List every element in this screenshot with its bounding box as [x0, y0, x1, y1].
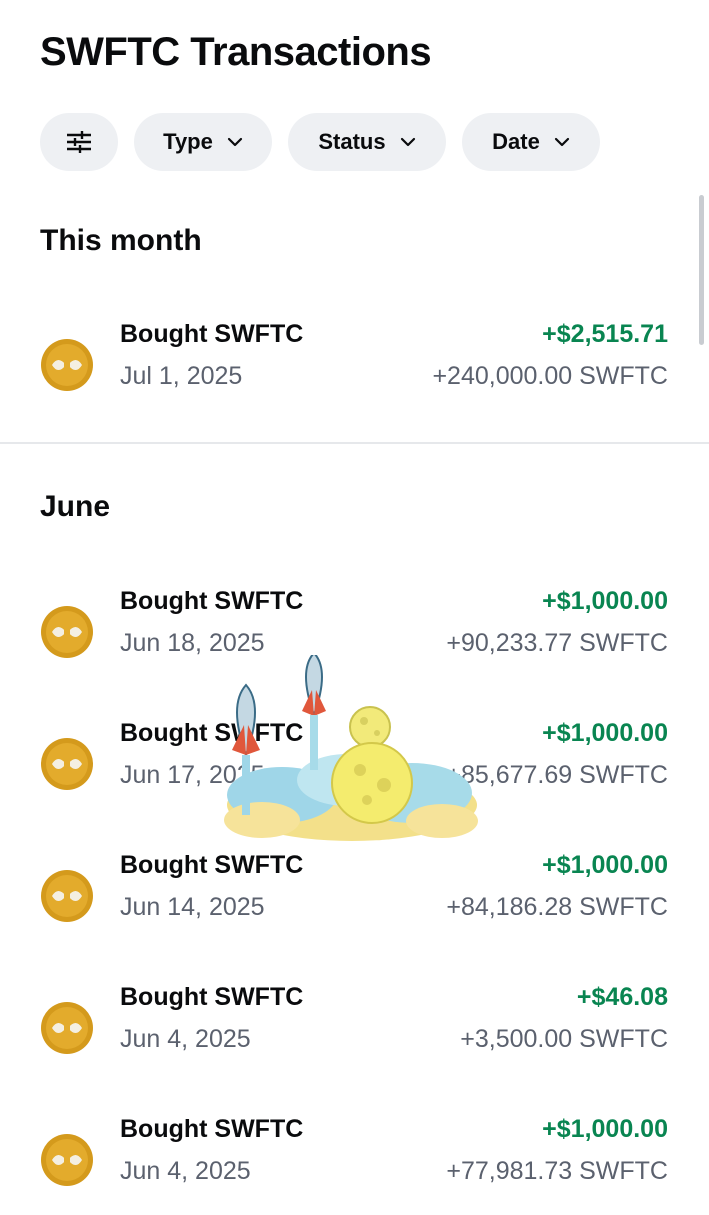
transaction-token-amount: +77,981.73 SWFTC: [446, 1157, 668, 1185]
chevron-down-icon: [554, 137, 569, 147]
swftc-coin-icon: [41, 339, 93, 391]
date-filter-button[interactable]: Date: [462, 113, 600, 171]
filter-settings-button[interactable]: [40, 113, 118, 171]
rocket-moon-sticker: [224, 655, 478, 841]
swftc-coin-icon: [41, 738, 93, 790]
section-heading-june: June: [40, 490, 111, 523]
filter-bar: Type Status Date: [40, 113, 600, 171]
page-title: SWFTC Transactions: [40, 30, 432, 74]
transaction-date: Jun 14, 2025: [120, 893, 265, 921]
transaction-usd-value: +$1,000.00: [542, 1115, 668, 1143]
transaction-token-amount: +240,000.00 SWFTC: [432, 362, 668, 390]
transaction-usd-value: +$1,000.00: [542, 719, 668, 747]
chevron-down-icon: [227, 137, 242, 147]
transaction-title: Bought SWFTC: [120, 1115, 304, 1143]
swftc-coin-icon: [41, 870, 93, 922]
section-heading-this-month: This month: [40, 224, 202, 257]
transaction-usd-value: +$2,515.71: [542, 320, 668, 348]
transaction-token-amount: +90,233.77 SWFTC: [446, 629, 668, 657]
status-filter-label: Status: [318, 129, 386, 154]
transaction-date: Jun 4, 2025: [120, 1025, 251, 1053]
sliders-icon: [67, 131, 91, 153]
chevron-down-icon: [400, 137, 415, 147]
transaction-usd-value: +$1,000.00: [542, 851, 668, 879]
swftc-coin-icon: [41, 1002, 93, 1054]
transaction-token-amount: +84,186.28 SWFTC: [446, 893, 668, 921]
transaction-usd-value: +$46.08: [576, 983, 668, 1011]
transaction-token-amount: +3,500.00 SWFTC: [460, 1025, 668, 1053]
type-filter-button[interactable]: Type: [134, 113, 272, 171]
transaction-row[interactable]: Bought SWFTC Jun 4, 2025 +$46.08 +3,500.…: [0, 983, 709, 1083]
transaction-date: Jun 4, 2025: [120, 1157, 251, 1185]
transaction-row[interactable]: Bought SWFTC Jun 14, 2025 +$1,000.00 +84…: [0, 851, 709, 951]
swftc-coin-icon: [41, 606, 93, 658]
swftc-coin-icon: [41, 1134, 93, 1186]
transaction-title: Bought SWFTC: [120, 851, 304, 879]
transaction-date: Jul 1, 2025: [120, 362, 243, 390]
section-divider: [0, 442, 709, 444]
status-filter-button[interactable]: Status: [288, 113, 446, 171]
type-filter-label: Type: [163, 129, 213, 154]
date-filter-label: Date: [492, 129, 540, 154]
transaction-usd-value: +$1,000.00: [542, 587, 668, 615]
transaction-title: Bought SWFTC: [120, 983, 304, 1011]
transaction-title: Bought SWFTC: [120, 587, 304, 615]
transaction-title: Bought SWFTC: [120, 320, 304, 348]
transaction-row[interactable]: Bought SWFTC Jul 1, 2025 +$2,515.71 +240…: [0, 320, 709, 420]
transaction-row[interactable]: Bought SWFTC Jun 4, 2025 +$1,000.00 +77,…: [0, 1115, 709, 1215]
transaction-date: Jun 18, 2025: [120, 629, 265, 657]
